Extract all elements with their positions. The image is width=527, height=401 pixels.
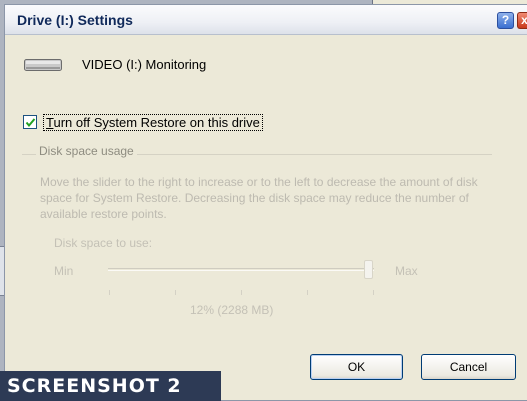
slider-min-label: Min [54,264,74,278]
disk-space-slider-thumb[interactable] [364,260,373,279]
slider-tick [109,290,110,295]
disk-space-to-use-label: Disk space to use: [54,236,153,250]
hard-drive-icon [24,59,62,71]
slider-tick [307,290,308,295]
disk-space-slider-track[interactable] [108,268,374,271]
disk-space-group-title: Disk space usage [36,144,137,158]
close-button[interactable]: x [517,12,527,29]
dialog-title: Drive (I:) Settings [17,12,133,28]
turn-off-system-restore-checkbox[interactable] [23,115,37,129]
slider-tick [241,290,242,295]
slider-max-label: Max [395,264,418,278]
drive-label: VIDEO (I:) Monitoring [82,57,207,72]
slider-tick [373,290,374,295]
title-bar[interactable]: Drive (I:) Settings ? x [5,5,527,35]
label-text: urn off System Restore on this drive [53,115,260,130]
checkmark-icon [25,118,36,128]
screenshot-caption-tag: SCREENSHOT 2 [0,371,221,401]
disk-space-readout: 12% (2288 MB) [190,303,274,317]
turn-off-system-restore-label[interactable]: Turn off System Restore on this drive [43,114,263,131]
ok-button[interactable]: OK [310,354,403,380]
cancel-button[interactable]: Cancel [421,354,516,380]
slider-tick [175,290,176,295]
disk-space-description: Move the slider to the right to increase… [40,175,478,221]
help-button[interactable]: ? [497,12,514,29]
